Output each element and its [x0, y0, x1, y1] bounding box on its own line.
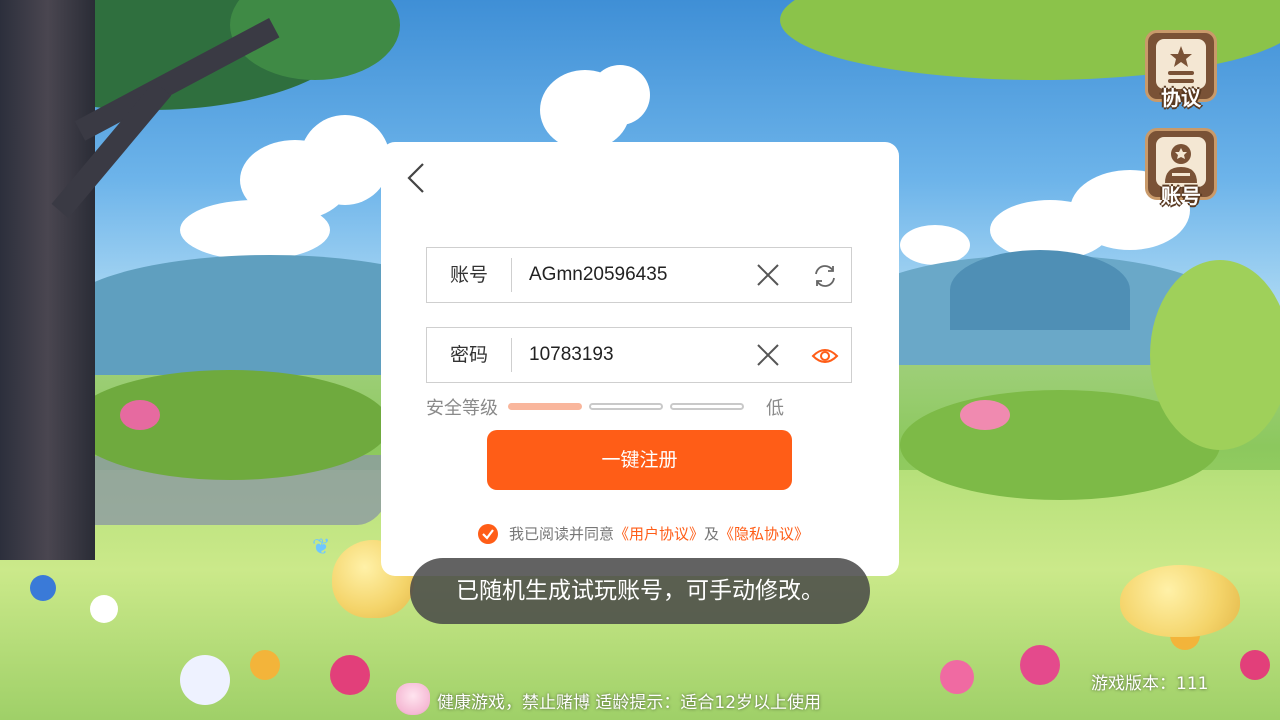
account-input[interactable] [529, 258, 739, 292]
user-agreement-link[interactable]: 《用户协议》 [614, 525, 704, 543]
flower [30, 575, 56, 601]
check-icon [482, 529, 494, 540]
password-field: 密码 [426, 327, 852, 383]
sleeping-creature [1120, 565, 1240, 637]
flower [330, 655, 370, 695]
mascot-icon [396, 683, 430, 715]
eye-icon [811, 349, 839, 363]
strength-bar-2 [589, 403, 663, 410]
flower [1240, 650, 1270, 680]
agree-and: 及 [704, 525, 720, 543]
account-field: 账号 [426, 247, 852, 303]
flower [90, 595, 118, 623]
bush [70, 370, 390, 480]
refresh-account-button[interactable] [811, 262, 839, 290]
butterfly-icon: ❦ [312, 535, 331, 560]
toast-message: 已随机生成试玩账号，可手动修改。 [410, 558, 870, 624]
close-icon [757, 344, 779, 366]
clear-account-button[interactable] [755, 262, 781, 288]
account-button[interactable]: 账号 [1145, 128, 1217, 208]
flower [250, 650, 280, 680]
bush [1150, 260, 1280, 450]
cloud [900, 225, 970, 265]
flower [120, 400, 160, 430]
privacy-agreement-link[interactable]: 《隐私协议》 [719, 525, 809, 543]
chevron-left-icon [407, 163, 424, 193]
account-label: 账号 [1161, 184, 1201, 208]
back-button[interactable] [399, 160, 435, 196]
close-icon [757, 264, 779, 286]
flower [960, 400, 1010, 430]
strength-bar-1 [508, 403, 582, 410]
tree-trunk [0, 0, 95, 560]
refresh-icon [815, 265, 835, 287]
toggle-password-visibility-button[interactable] [811, 342, 839, 370]
flower [180, 655, 230, 705]
field-divider [511, 338, 512, 372]
one-click-register-button[interactable]: 一键注册 [487, 430, 792, 490]
password-strength: 安全等级 低 [426, 394, 806, 420]
flower [940, 660, 974, 694]
health-notice: 健康游戏，禁止赌博 适龄提示：适合12岁以上使用 [437, 693, 822, 713]
agree-prefix: 我已阅读并同意 [509, 525, 615, 543]
strength-label: 安全等级 [426, 398, 498, 419]
agreement-button[interactable]: 协议 [1145, 30, 1217, 110]
agreement-label: 协议 [1161, 86, 1201, 110]
strength-level: 低 [766, 398, 784, 419]
cloud [300, 115, 390, 205]
agree-checkbox[interactable] [478, 524, 498, 544]
flower [1020, 645, 1060, 685]
password-input[interactable] [529, 338, 739, 372]
password-field-label: 密码 [449, 344, 488, 366]
clear-password-button[interactable] [755, 342, 781, 368]
mountain [950, 250, 1130, 330]
strength-bar-3 [670, 403, 744, 410]
cloud [180, 200, 330, 260]
register-dialog: 账号 密码 [381, 142, 899, 576]
agreement-text: 我已阅读并同意《用户协议》及《隐私协议》 [509, 522, 809, 546]
account-field-label: 账号 [449, 264, 488, 286]
cloud [590, 65, 650, 125]
field-divider [511, 258, 512, 292]
game-version: 游戏版本：111 [1091, 674, 1209, 694]
